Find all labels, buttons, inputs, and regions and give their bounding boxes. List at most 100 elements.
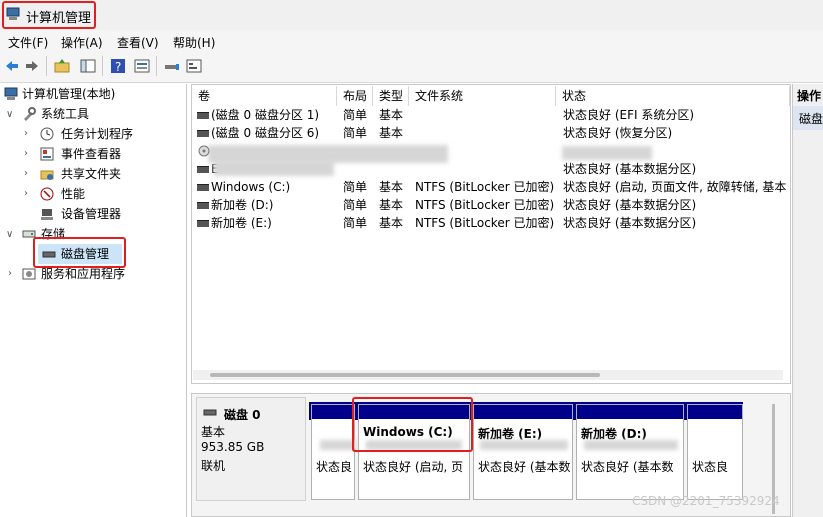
actions-item-disk[interactable]: 磁盘 [799,110,823,127]
menu-view[interactable]: 查看(V) [117,34,159,51]
tree-item-services-apps[interactable]: 服务和应用程序 [41,265,125,283]
chevron-right-icon[interactable]: › [24,188,28,199]
cell-volume[interactable]: Windows (C:) [211,178,337,196]
volume-icon [197,166,209,173]
partition-5[interactable]: 状态良 [687,404,743,500]
cell-type: 基本 [379,180,404,194]
cell-status: 状态良好 (恢复分区) [563,126,673,140]
partition-e[interactable]: 新加卷 (E:) 状态良好 (基本数 [473,404,573,500]
cell-fs: NTFS (BitLocker 已加密) [415,216,555,230]
scrollbar-thumb[interactable] [210,373,600,377]
disc-icon [198,145,210,157]
partition-status: 状态良好 (基本数 [581,460,674,474]
tree-root[interactable]: 计算机管理(本地) [22,85,115,103]
highlight-box-windows-c [352,397,473,452]
tree-item-system-tools[interactable]: 系统工具 [41,105,89,123]
cell-fs [415,106,555,124]
column-header-layout[interactable]: 布局 [337,86,373,106]
shared-folder-icon [40,170,54,180]
redacted-area [214,160,334,176]
back-icon[interactable] [4,58,20,74]
chevron-down-icon[interactable]: ∨ [6,109,13,120]
cell-status: 状态良好 (基本数据分区) [563,216,697,230]
tree-item-event-viewer[interactable]: 事件查看器 [61,145,121,163]
cell-type: 基本 [379,198,404,212]
disk-type: 基本 [201,425,226,439]
chevron-down-icon[interactable]: ∨ [6,229,13,240]
partition-status: 状态良好 (基本数 [478,460,570,474]
column-header-volume[interactable]: 卷 [192,86,337,106]
disk-icon [203,409,217,416]
redacted-area [562,146,652,160]
console-icon[interactable] [186,58,202,74]
cell-layout: 简单 [343,216,368,230]
computer-management-icon [4,87,18,100]
tree-item-task-scheduler[interactable]: 任务计划程序 [61,125,133,143]
cell-status: 状态良好 (基本数据分区) [563,162,697,176]
event-viewer-icon [40,147,54,161]
cell-type: 基本 [379,126,404,140]
properties-icon[interactable] [134,58,150,74]
menu-help[interactable]: 帮助(H) [173,34,215,51]
cell-type: 基本 [379,108,404,122]
toolbar-separator [102,56,103,76]
column-header-status[interactable]: 状态 [556,86,790,106]
chevron-right-icon[interactable]: › [8,268,12,279]
svg-text:?: ? [115,60,121,74]
toolbar-separator [156,56,157,76]
cell-volume[interactable]: (磁盘 0 磁盘分区 6) [211,124,337,142]
column-header-type[interactable]: 类型 [373,86,409,106]
clock-icon [40,127,54,141]
partition-status: 状态良好 (启动, 页 [363,460,464,474]
help-icon[interactable]: ? [110,58,126,74]
tree-item-device-manager[interactable]: 设备管理器 [61,205,121,223]
cell-fs [415,124,555,142]
forward-icon[interactable] [24,58,40,74]
cell-fs: NTFS (BitLocker 已加密) [415,198,555,212]
volume-icon [197,202,209,209]
show-hide-tree-icon[interactable] [80,58,96,74]
chevron-right-icon[interactable]: › [24,148,28,159]
partition-status: 状态良 [316,460,353,474]
disk-name: 磁盘 0 [224,408,261,422]
cell-volume[interactable]: (磁盘 0 磁盘分区 1) [211,106,337,124]
redacted-area [584,440,678,450]
partition-status: 状态良 [692,460,729,474]
cell-status: 状态良好 (启动, 页面文件, 故障转储, 基本 [563,180,787,194]
menu-action[interactable]: 操作(A) [61,34,103,51]
partition-1[interactable]: 状态良 [311,404,355,500]
volume-icon [197,130,209,137]
title-bar [0,0,823,30]
partition-bar [474,405,572,419]
highlight-box-disk-management [33,237,126,268]
redacted-area [480,440,568,450]
performance-icon [40,187,54,201]
volume-icon [197,220,209,227]
toolbar-separator [46,56,47,76]
services-icon [22,268,36,280]
cell-volume[interactable]: 新加卷 (D:) [211,196,337,214]
up-folder-icon[interactable] [54,58,70,74]
partition-bar [312,405,354,419]
menu-file[interactable]: 文件(F) [8,34,48,51]
disk-size: 953.85 GB [201,440,265,454]
actions-header: 操作 [797,89,822,103]
cell-fs: NTFS (BitLocker 已加密) [415,180,555,194]
tools-icon [24,107,36,121]
cell-status: 状态良好 (基本数据分区) [563,198,697,212]
tree-item-shared-folders[interactable]: 共享文件夹 [61,165,121,183]
cell-layout: 简单 [343,108,368,122]
actions-panel [792,84,823,517]
connect-icon[interactable] [164,58,180,74]
disk-state: 联机 [201,459,226,473]
cell-volume[interactable]: 新加卷 (E:) [211,214,337,232]
partition-d[interactable]: 新加卷 (D:) 状态良好 (基本数 [576,404,684,500]
tree-item-performance[interactable]: 性能 [61,185,85,203]
volume-icon [197,184,209,191]
chevron-right-icon[interactable]: › [24,128,28,139]
partition-bar [577,405,683,419]
volume-icon [197,112,209,119]
column-header-filesystem[interactable]: 文件系统 [409,86,556,106]
chevron-right-icon[interactable]: › [24,168,28,179]
cell-status: 状态良好 (EFI 系统分区) [563,108,695,122]
